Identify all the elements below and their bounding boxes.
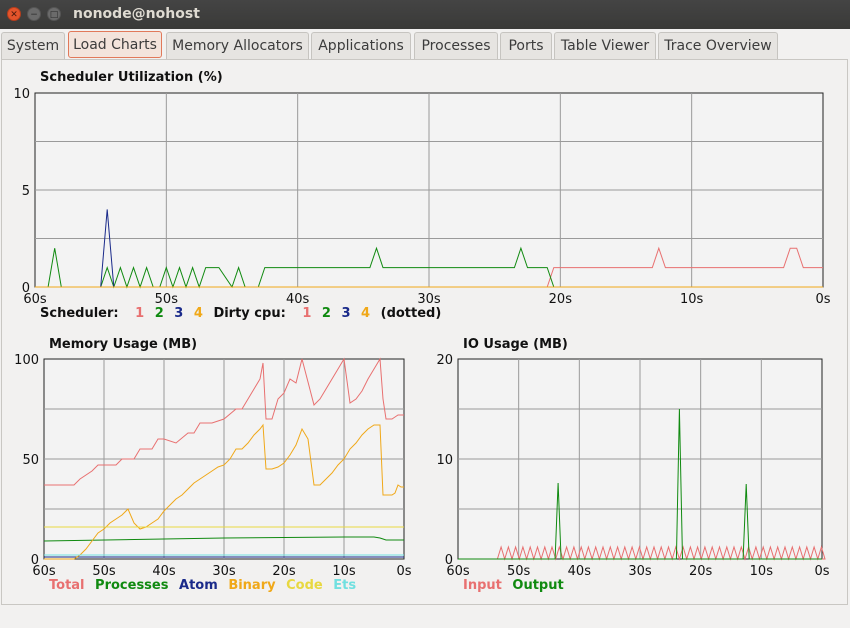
io-y-tick-label: 20 [436,353,453,368]
scheduler-x-tick-label: 0s [815,292,830,307]
charts-canvas: 60s 50s 40s 30s 20s 10s 0s105060s 50s 40s 30s 20s 1… [13,87,830,579]
scheduler-x-tick-label: 50s [155,292,179,307]
memory-y-tick-label: 50 [22,453,39,468]
scheduler-x-tick-label: 10s [680,292,704,307]
memory-y-tick-label: 100 [14,353,39,368]
io-y-tick-label: 10 [436,453,453,468]
memory-x-tick-label: 40s [152,564,176,579]
scheduler-y-tick-label: 10 [13,87,30,102]
io-x-tick-label: 0s [814,564,829,579]
memory-x-tick-label: 0s [396,564,411,579]
scheduler-y-tick-label: 0 [22,281,30,296]
io-y-tick-label: 0 [445,553,453,568]
memory-x-tick-label: 50s [92,564,116,579]
scheduler-x-tick-label: 30s [417,292,441,307]
scheduler-y-tick-label: 5 [22,184,30,199]
io-x-tick-label: 40s [568,564,592,579]
memory-y-tick-label: 0 [31,553,39,568]
scheduler-x-tick-label: 40s [286,292,310,307]
io-x-tick-label: 30s [628,564,652,579]
memory-x-tick-label: 10s [332,564,356,579]
io-x-tick-label: 50s [507,564,531,579]
io-x-tick-label: 10s [750,564,774,579]
memory-x-tick-label: 20s [272,564,296,579]
memory-x-tick-label: 30s [212,564,236,579]
io-x-tick-label: 20s [689,564,713,579]
scheduler-x-tick-label: 20s [549,292,573,307]
